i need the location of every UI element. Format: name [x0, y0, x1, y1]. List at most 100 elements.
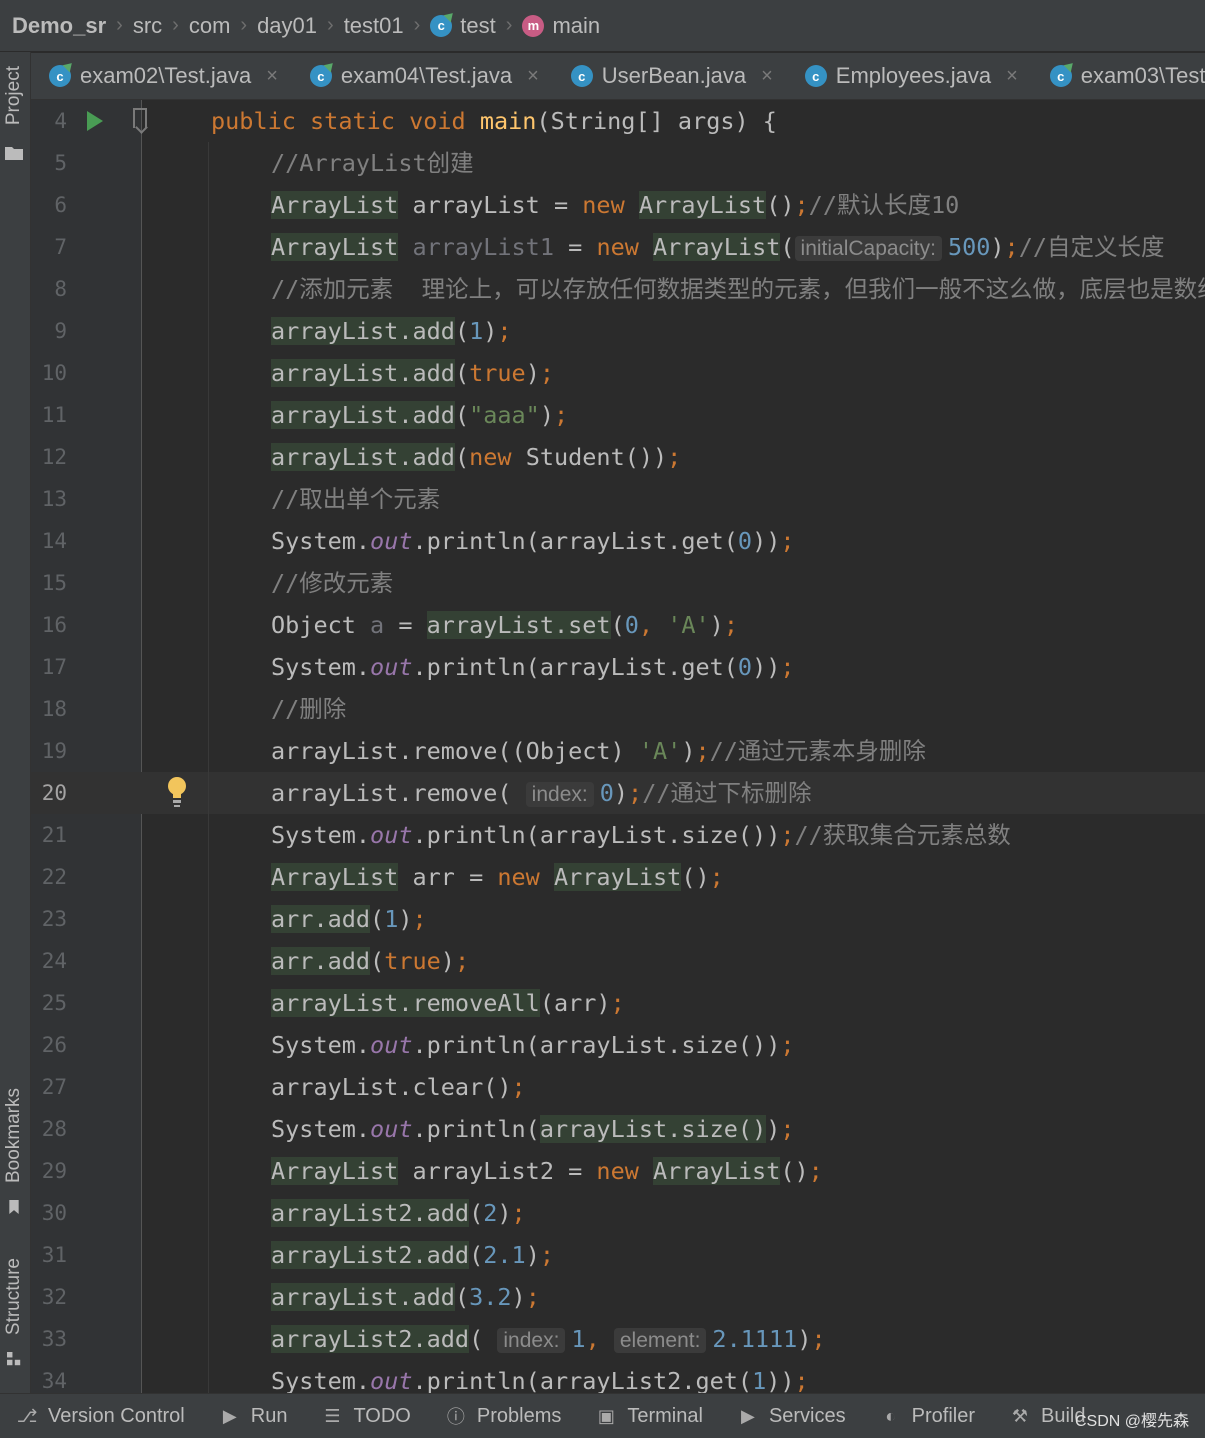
tool-window-button[interactable]: ▣ Terminal [579, 1405, 721, 1428]
code-text[interactable]: Object a = arrayList.set(0, 'A'); [271, 604, 738, 646]
line-number[interactable]: 14 [31, 520, 67, 562]
code-text[interactable]: System.out.println(arrayList.size()); [271, 1108, 795, 1150]
code-text[interactable]: System.out.println(arrayList.size());//获… [271, 814, 1011, 856]
line-number[interactable]: 18 [31, 688, 67, 730]
tool-window-button[interactable]: ⎇ Version Control [0, 1405, 203, 1428]
code-text[interactable]: //ArrayList创建 [271, 142, 474, 184]
code-text[interactable]: //删除 [271, 688, 346, 730]
breadcrumb-label: test01 [343, 12, 404, 38]
editor-tab[interactable]: c exam02\Test.java × [31, 53, 292, 99]
code-text[interactable]: arrayList.add("aaa"); [271, 394, 568, 436]
code-text[interactable]: ArrayList arrayList2 = new ArrayList(); [271, 1150, 823, 1192]
breadcrumb-item[interactable]: c test [430, 13, 496, 39]
tool-window-button[interactable]: ◐ Profiler [864, 1405, 993, 1428]
close-icon[interactable]: × [527, 65, 539, 88]
code-token: ) [511, 1283, 526, 1311]
code-text[interactable]: arrayList.removeAll(arr); [271, 982, 625, 1024]
code-token: ; [1004, 233, 1019, 261]
line-number[interactable]: 15 [31, 562, 67, 604]
code-token: ArrayList [653, 1157, 781, 1185]
breadcrumb-item[interactable]: day01 [257, 13, 317, 39]
line-number[interactable]: 20 [31, 772, 67, 814]
code-text[interactable]: arrayList2.add(2.1); [271, 1234, 554, 1276]
line-number[interactable]: 8 [31, 268, 67, 310]
line-number[interactable]: 27 [31, 1066, 67, 1108]
line-number[interactable]: 30 [31, 1192, 67, 1234]
structure-tool-button[interactable]: Structure [3, 1258, 25, 1335]
tool-window-button[interactable]: ☰ TODO [305, 1405, 428, 1428]
code-text[interactable]: arrayList.add(1); [271, 310, 512, 352]
line-number[interactable]: 21 [31, 814, 67, 856]
code-text[interactable]: arrayList.add(new Student()); [271, 436, 681, 478]
editor-tab[interactable]: c UserBean.java × [553, 53, 787, 99]
code-text[interactable]: arrayList.add(true); [271, 352, 554, 394]
code-token: ; [525, 1283, 540, 1311]
breadcrumb-item[interactable]: test01 [344, 13, 404, 39]
line-number[interactable]: 22 [31, 856, 67, 898]
code-text[interactable]: System.out.println(arrayList.get(0)); [271, 520, 795, 562]
line-number[interactable]: 10 [31, 352, 67, 394]
code-text[interactable]: //添加元素 理论上，可以存放任何数据类型的元素，但我们一般不这么做，底层也是数… [271, 268, 1205, 310]
line-number[interactable]: 17 [31, 646, 67, 688]
code-text[interactable]: //取出单个元素 [271, 478, 440, 520]
editor-tab[interactable]: c exam03\Test.java [1032, 53, 1205, 99]
line-number[interactable]: 33 [31, 1318, 67, 1360]
close-icon[interactable]: × [1006, 65, 1018, 88]
line-number[interactable]: 19 [31, 730, 67, 772]
line-number[interactable]: 7 [31, 226, 67, 268]
code-text[interactable]: arrayList.clear(); [271, 1066, 526, 1108]
line-number[interactable]: 25 [31, 982, 67, 1024]
code-text[interactable]: arrayList2.add(2); [271, 1192, 526, 1234]
lightbulb-icon[interactable] [167, 776, 187, 810]
code-line: 20 arrayList.remove( index: 0);//通过下标删除 [31, 772, 1205, 814]
tool-window-button[interactable]: ▶ Services [721, 1405, 864, 1428]
line-number[interactable]: 28 [31, 1108, 67, 1150]
line-number[interactable]: 31 [31, 1234, 67, 1276]
line-number[interactable]: 26 [31, 1024, 67, 1066]
tool-window-button[interactable]: ▶ Run [203, 1405, 306, 1428]
code-text[interactable]: arrayList.remove( index: 0);//通过下标删除 [271, 772, 811, 816]
code-text[interactable]: public static void main(String[] args) { [211, 100, 777, 142]
code-text[interactable]: arrayList.remove((Object) 'A');//通过元素本身删… [271, 730, 926, 772]
code-token: ) [681, 737, 696, 765]
line-number[interactable]: 12 [31, 436, 67, 478]
close-icon[interactable]: × [761, 65, 773, 88]
line-number[interactable]: 34 [31, 1360, 67, 1393]
line-number[interactable]: 32 [31, 1276, 67, 1318]
indent-guide [208, 226, 209, 268]
line-number[interactable]: 23 [31, 898, 67, 940]
code-text[interactable]: arrayList2.add( index: 1, element: 2.1111)… [271, 1318, 826, 1362]
line-number[interactable]: 13 [31, 478, 67, 520]
code-text[interactable]: ArrayList arr = new ArrayList(); [271, 856, 724, 898]
code-text[interactable]: arrayList.add(3.2); [271, 1276, 540, 1318]
project-tool-button[interactable]: Project [3, 66, 25, 125]
code-text[interactable]: ArrayList arrayList = new ArrayList();//… [271, 184, 959, 226]
line-number[interactable]: 11 [31, 394, 67, 436]
line-number[interactable]: 4 [31, 100, 67, 142]
code-text[interactable]: ArrayList arrayList1 = new ArrayList(ini… [271, 226, 1165, 270]
line-number[interactable]: 9 [31, 310, 67, 352]
run-gutter-icon[interactable] [87, 111, 103, 131]
code-text[interactable]: arr.add(1); [271, 898, 427, 940]
editor-tab[interactable]: c exam04\Test.java × [292, 53, 553, 99]
line-number[interactable]: 29 [31, 1150, 67, 1192]
code-text[interactable]: System.out.println(arrayList.get(0)); [271, 646, 795, 688]
fold-icon[interactable] [133, 108, 147, 128]
code-text[interactable]: System.out.println(arrayList2.get(1)); [271, 1360, 809, 1393]
code-text[interactable]: arr.add(true); [271, 940, 469, 982]
line-number[interactable]: 6 [31, 184, 67, 226]
code-editor[interactable]: 4 public static void main(String[] args) … [31, 100, 1205, 1393]
line-number[interactable]: 24 [31, 940, 67, 982]
close-icon[interactable]: × [266, 65, 278, 88]
code-text[interactable]: //修改元素 [271, 562, 393, 604]
breadcrumb-item[interactable]: src [133, 13, 162, 39]
breadcrumb-item[interactable]: m main [522, 13, 600, 39]
tool-window-button[interactable]: ⓘ Problems [429, 1403, 579, 1429]
breadcrumb-item[interactable]: Demo_sr [12, 13, 106, 39]
code-text[interactable]: System.out.println(arrayList.size()); [271, 1024, 795, 1066]
bookmarks-tool-button[interactable]: Bookmarks [3, 1088, 25, 1183]
line-number[interactable]: 5 [31, 142, 67, 184]
line-number[interactable]: 16 [31, 604, 67, 646]
breadcrumb-item[interactable]: com [189, 13, 231, 39]
editor-tab[interactable]: c Employees.java × [787, 53, 1032, 99]
